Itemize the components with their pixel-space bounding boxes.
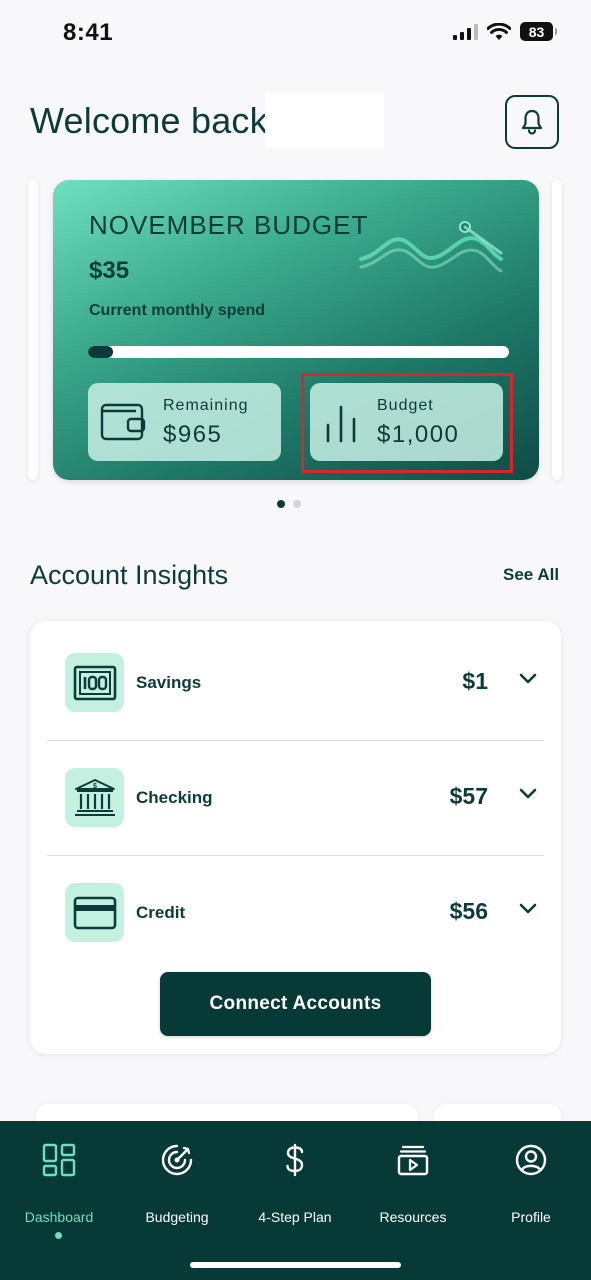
budgeting-target-icon <box>161 1144 193 1176</box>
account-amount: $56 <box>449 898 488 924</box>
nav-label: Profile <box>511 1209 551 1225</box>
account-name: Checking <box>136 788 213 807</box>
nav-resources[interactable]: Resources <box>354 1143 472 1225</box>
battery-level: 83 <box>528 23 545 40</box>
account-amount: $1 <box>462 668 488 694</box>
status-time: 8:41 <box>63 19 114 46</box>
nav-dashboard[interactable]: Dashboard <box>0 1143 118 1239</box>
current-spend-label: Current monthly spend <box>89 302 266 319</box>
chevron-down-icon[interactable] <box>519 673 537 685</box>
dashboard-grid-icon <box>42 1143 76 1177</box>
status-bar: 8:41 83 <box>0 0 591 70</box>
account-insights-title: Account Insights <box>30 560 229 590</box>
carousel-next-card[interactable] <box>552 180 562 480</box>
account-insights-card: Savings $1 $ Checking $57 Credit $56 Con… <box>30 621 561 1054</box>
battery-icon: 83 <box>520 22 557 41</box>
credit-card-icon <box>65 883 124 942</box>
svg-text:$: $ <box>93 783 97 790</box>
wallet-icon <box>100 403 146 441</box>
bank-icon: $ <box>65 768 124 827</box>
remaining-label: Remaining <box>163 397 249 414</box>
account-row-checking[interactable]: $ Checking $57 <box>30 736 561 851</box>
cellular-signal-icon <box>453 23 478 40</box>
resources-video-icon <box>397 1145 429 1176</box>
active-indicator-dot <box>55 1232 62 1239</box>
nav-label: 4-Step Plan <box>258 1209 332 1225</box>
spend-progress-fill <box>88 346 114 358</box>
account-name: Savings <box>136 673 202 692</box>
budget-card-title: NOVEMBER BUDGET <box>89 210 369 240</box>
nav-label: Resources <box>379 1209 447 1225</box>
nav-budgeting[interactable]: Budgeting <box>118 1143 236 1225</box>
account-amount: $57 <box>449 783 488 809</box>
account-name: Credit <box>136 903 186 922</box>
bottom-navigation: Dashboard Budgeting 4-Step Plan Resource… <box>0 1121 591 1280</box>
carousel-pagination <box>277 500 301 508</box>
dollar-icon <box>286 1143 304 1177</box>
nav-label: Dashboard <box>24 1209 94 1225</box>
chevron-down-icon[interactable] <box>519 788 537 800</box>
remaining-stat: Remaining $965 <box>88 383 281 461</box>
notifications-button[interactable] <box>505 95 559 149</box>
current-spend-amount: $35 <box>89 257 130 284</box>
connect-accounts-button[interactable]: Connect Accounts <box>160 972 431 1036</box>
wifi-icon <box>487 22 511 40</box>
status-icons: 83 <box>453 22 557 41</box>
bell-icon <box>521 109 543 135</box>
carousel-dot-1[interactable] <box>277 500 285 508</box>
remaining-value: $965 <box>163 421 223 448</box>
carousel-dot-2[interactable] <box>293 500 301 508</box>
nav-4-step-plan[interactable]: 4-Step Plan <box>236 1143 354 1225</box>
nav-profile[interactable]: Profile <box>472 1143 590 1225</box>
account-row-savings[interactable]: Savings $1 <box>30 621 561 736</box>
profile-user-icon <box>515 1144 547 1176</box>
trend-wave-icon <box>359 221 503 273</box>
money-bill-icon <box>65 653 124 712</box>
spend-progress-bar <box>88 346 509 358</box>
welcome-heading: Welcome back, <box>30 100 279 141</box>
chevron-down-icon[interactable] <box>519 903 537 915</box>
account-row-credit[interactable]: Credit $56 <box>30 851 561 966</box>
user-name-redacted <box>265 93 384 148</box>
home-indicator <box>190 1262 401 1268</box>
see-all-link[interactable]: See All <box>503 565 559 585</box>
carousel-prev-card[interactable] <box>28 180 38 480</box>
budget-highlight-box <box>301 373 513 473</box>
nav-label: Budgeting <box>145 1209 209 1225</box>
